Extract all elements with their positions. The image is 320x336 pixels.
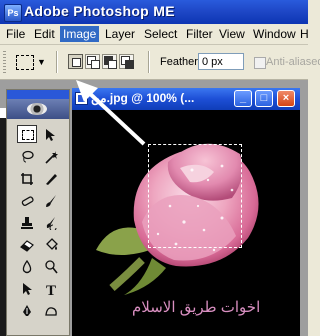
menu-select[interactable]: Select (141, 26, 180, 42)
eye-icon (27, 103, 47, 115)
anti-aliased-checkbox[interactable] (254, 57, 266, 69)
crop-icon (21, 173, 33, 185)
close-button[interactable]: × (277, 90, 295, 107)
app-titlebar: Ps Adobe Photoshop ME (0, 0, 308, 24)
paint-bucket-tool[interactable] (41, 235, 61, 253)
menu-edit[interactable]: Edit (31, 26, 58, 42)
anti-aliased-label: Anti-aliased (266, 56, 320, 68)
eraser-tool[interactable] (17, 235, 37, 253)
tools-palette-titlebar[interactable] (7, 90, 69, 99)
blur-drop-icon (22, 260, 32, 274)
menu-window[interactable]: Window (250, 26, 299, 42)
magic-wand-tool[interactable] (41, 147, 61, 165)
feather-label: Feather: (160, 56, 201, 68)
photoshop-eye-logo[interactable] (7, 99, 69, 119)
shape-icon (45, 307, 57, 316)
rectangular-marquee-icon (22, 130, 34, 140)
magic-wand-icon (45, 151, 58, 164)
tools-palette: T (6, 89, 70, 336)
options-bar: ▼ Feather: 0 px Anti-aliased (0, 45, 320, 80)
slice-icon (46, 174, 57, 185)
type-tool[interactable]: T (41, 279, 61, 297)
menu-filter[interactable]: Filter (183, 26, 216, 42)
bandage-icon (21, 196, 34, 207)
blur-tool[interactable] (17, 257, 37, 275)
new-selection-icon (72, 58, 81, 67)
brush-tool[interactable] (41, 191, 61, 209)
marquee-selection[interactable] (148, 144, 242, 248)
eraser-icon (20, 240, 34, 252)
annotation-arrow (76, 80, 146, 146)
history-brush-tool[interactable] (41, 213, 61, 231)
menu-image[interactable]: Image (60, 26, 100, 42)
menu-view[interactable]: View (216, 26, 248, 42)
menu-help[interactable]: H (297, 26, 312, 42)
menu-layer[interactable]: Layer (102, 26, 138, 42)
brush-icon (46, 195, 56, 207)
intersect-selection-button[interactable] (119, 54, 134, 69)
pen-nib-icon (23, 305, 31, 316)
pen-tool[interactable] (17, 301, 37, 319)
rectangular-marquee-tool[interactable] (17, 125, 37, 143)
healing-brush-tool[interactable] (17, 191, 37, 209)
crop-tool[interactable] (17, 169, 37, 187)
chevron-down-icon: ▼ (37, 57, 46, 67)
feather-input[interactable]: 0 px (198, 53, 244, 70)
paint-bucket-icon (46, 238, 58, 250)
history-brush-icon (46, 217, 57, 230)
maximize-button[interactable]: □ (255, 90, 273, 107)
options-grip[interactable] (3, 51, 6, 73)
add-to-selection-button[interactable] (85, 54, 100, 69)
options-divider (56, 51, 57, 73)
photoshop-icon: Ps (4, 4, 22, 22)
lasso-tool[interactable] (17, 147, 37, 165)
clone-stamp-tool[interactable] (17, 213, 37, 231)
path-selection-tool[interactable] (17, 279, 37, 297)
dodge-icon (45, 260, 58, 274)
new-selection-button[interactable] (68, 54, 83, 69)
dodge-tool[interactable] (41, 257, 61, 275)
slice-tool[interactable] (41, 169, 61, 187)
app-title: Adobe Photoshop ME (24, 3, 175, 19)
menu-file[interactable]: File (3, 26, 28, 42)
tool-preset-picker[interactable]: ▼ (14, 51, 46, 73)
type-icon: T (46, 283, 56, 296)
stamp-icon (21, 217, 33, 229)
options-divider (148, 51, 149, 73)
menubar: File Edit Image Layer Select Filter View… (0, 24, 309, 45)
svg-text:T: T (46, 283, 56, 296)
minimize-button[interactable]: _ (234, 90, 252, 107)
rectangular-marquee-icon (16, 55, 34, 70)
move-tool[interactable] (41, 125, 61, 143)
lasso-icon (22, 150, 34, 163)
move-icon (46, 129, 55, 141)
custom-shape-tool[interactable] (41, 301, 61, 319)
watermark-text: اخوات طريق الاسلام (132, 299, 261, 316)
subtract-from-selection-button[interactable] (102, 54, 117, 69)
path-selection-arrow-icon (23, 283, 32, 295)
